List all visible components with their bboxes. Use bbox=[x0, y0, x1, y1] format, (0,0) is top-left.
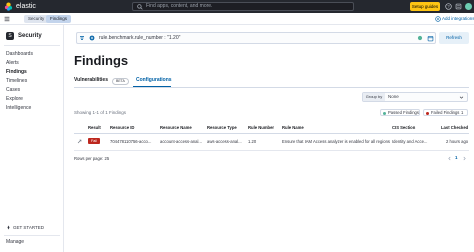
chevron-right-icon[interactable] bbox=[462, 156, 467, 161]
sidebar-item-manage[interactable]: Manage bbox=[6, 239, 24, 245]
global-search-input[interactable]: Find apps, content, and more. bbox=[132, 2, 354, 11]
sidebar-divider bbox=[4, 45, 60, 46]
failed-findings-count: 1 bbox=[461, 110, 464, 115]
column-header-result[interactable]: Result bbox=[88, 125, 101, 131]
breadcrumb-security[interactable]: Security bbox=[24, 15, 49, 23]
search-icon bbox=[137, 4, 143, 10]
column-header-rule-name[interactable]: Rule Name bbox=[282, 125, 304, 131]
query-text: rule.benchmark.rule_number : "1.20" bbox=[99, 35, 181, 41]
cell-resource-type: aws-access-anal... bbox=[207, 139, 242, 144]
table-row-divider bbox=[74, 150, 469, 151]
calendar-icon[interactable] bbox=[427, 35, 434, 42]
save-query-icon[interactable] bbox=[417, 35, 423, 41]
sidebar-item-intelligence[interactable]: Intelligence bbox=[6, 105, 31, 111]
column-header-resource-type[interactable]: Resource Type bbox=[207, 125, 237, 131]
query-bar: rule.benchmark.rule_number : "1.20" Refr… bbox=[76, 32, 469, 44]
sidebar-item-alerts[interactable]: Alerts bbox=[6, 60, 19, 66]
query-input[interactable]: rule.benchmark.rule_number : "1.20" bbox=[76, 32, 436, 44]
table-header-divider bbox=[74, 133, 469, 134]
expand-row-icon[interactable] bbox=[77, 139, 82, 144]
rocket-icon bbox=[7, 225, 10, 230]
add-integrations-link[interactable]: Add integrations bbox=[442, 15, 474, 23]
cell-last-checked: 2 hours ago bbox=[446, 139, 469, 144]
refresh-button-label: Refresh bbox=[446, 35, 462, 40]
cell-rule-name: Ensure that IAM Access analyzer is enabl… bbox=[282, 139, 390, 144]
sidebar: S Security Dashboards Alerts Findings Ti… bbox=[0, 25, 64, 252]
passed-dot-icon bbox=[383, 111, 386, 115]
refresh-button[interactable]: Refresh bbox=[439, 32, 469, 44]
cell-cis-section: Identity and Acce... bbox=[392, 139, 428, 144]
failed-dot-icon bbox=[426, 111, 429, 115]
column-header-resource-name[interactable]: Resource Name bbox=[160, 125, 192, 131]
tabs-divider bbox=[74, 87, 469, 88]
tab-vulnerabilities[interactable]: Vulnerabilities bbox=[74, 77, 108, 84]
passed-findings-label: Passed Findings bbox=[388, 110, 419, 115]
column-header-rule-number[interactable]: Rule Number bbox=[248, 125, 274, 131]
user-avatar[interactable] bbox=[465, 3, 472, 10]
add-icon bbox=[435, 16, 441, 22]
top-header: elastic Find apps, content, and more. Se… bbox=[0, 0, 474, 13]
passed-findings-filter[interactable]: Passed Findings bbox=[380, 109, 420, 116]
column-header-resource-id[interactable]: Resource ID bbox=[110, 125, 134, 131]
breadcrumb-bar: Security Findings Add integrations bbox=[0, 13, 474, 25]
get-started-link[interactable]: GET STARTED bbox=[13, 225, 44, 231]
chevron-left-icon[interactable] bbox=[447, 156, 452, 161]
search-placeholder: Find apps, content, and more. bbox=[146, 3, 213, 9]
add-filter-icon[interactable] bbox=[89, 35, 95, 41]
sidebar-item-findings[interactable]: Findings bbox=[6, 69, 27, 75]
group-by-select[interactable]: Group by None bbox=[362, 92, 468, 102]
chevron-down-icon bbox=[459, 96, 464, 99]
group-by-value: None bbox=[388, 94, 399, 99]
tab-configurations[interactable]: Configurations bbox=[136, 77, 172, 84]
rows-per-page-select[interactable]: Rows per page: 25 bbox=[74, 156, 109, 162]
help-icon[interactable]: ? bbox=[445, 3, 452, 10]
page-number[interactable]: 1 bbox=[455, 155, 458, 161]
sidebar-divider-bottom bbox=[4, 235, 60, 236]
security-logo-icon: S bbox=[6, 32, 14, 40]
cell-resource-name: account-access-anal... bbox=[160, 139, 202, 144]
failed-findings-filter[interactable]: Failed Findings 1 bbox=[423, 109, 468, 116]
findings-count-text: Showing 1-1 of 1 Findings bbox=[74, 110, 127, 115]
beta-badge: BETA bbox=[112, 78, 129, 85]
column-header-cis-section[interactable]: CIS Section bbox=[392, 125, 415, 131]
menu-icon[interactable] bbox=[4, 16, 10, 22]
filter-options-icon[interactable] bbox=[77, 33, 87, 43]
newsfeed-icon[interactable] bbox=[455, 3, 462, 10]
sidebar-item-dashboards[interactable]: Dashboards bbox=[6, 51, 33, 57]
fail-status-badge: Fail bbox=[88, 138, 100, 144]
sidebar-item-cases[interactable]: Cases bbox=[6, 87, 20, 93]
breadcrumb-findings[interactable]: Findings bbox=[46, 15, 72, 23]
cell-resource-id: 704478110756-acco... bbox=[110, 139, 152, 144]
cell-rule-number: 1.20 bbox=[248, 139, 257, 144]
group-by-label: Group by bbox=[363, 93, 385, 101]
sidebar-title: Security bbox=[18, 33, 42, 39]
svg-text:?: ? bbox=[447, 4, 450, 9]
elastic-logo-icon[interactable] bbox=[4, 2, 13, 11]
brand-name: elastic bbox=[16, 3, 36, 10]
sidebar-item-explore[interactable]: Explore bbox=[6, 96, 23, 102]
failed-findings-label: Failed Findings bbox=[431, 110, 460, 115]
sidebar-item-timelines[interactable]: Timelines bbox=[6, 78, 27, 84]
column-header-last-checked[interactable]: Last Checked bbox=[441, 125, 468, 131]
setup-guides-button[interactable]: Setup guides bbox=[410, 2, 440, 11]
page-title: Findings bbox=[74, 53, 129, 68]
